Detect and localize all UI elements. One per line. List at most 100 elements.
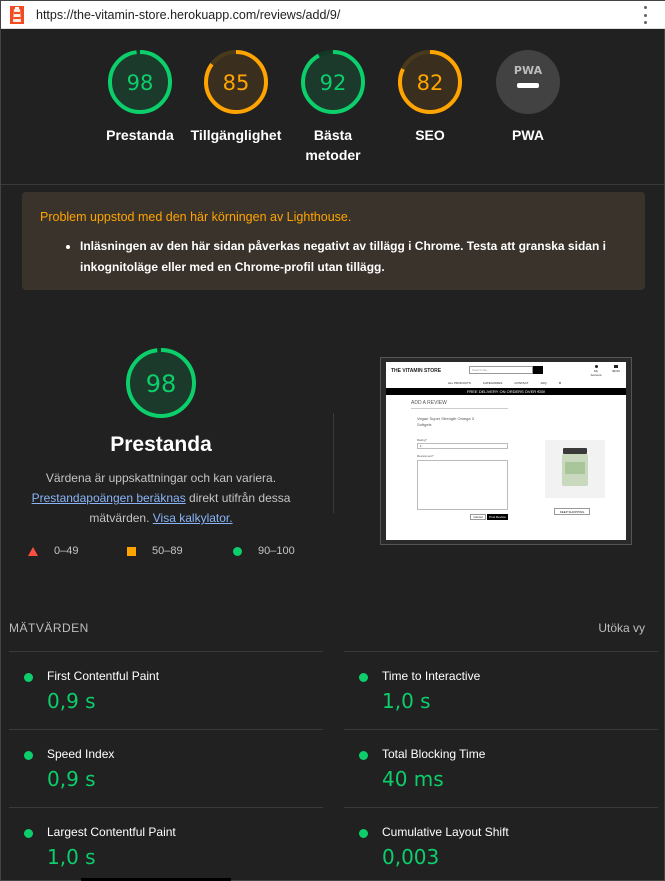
screenshot-bag: $0.00 <box>609 365 623 373</box>
screenshot-rating-label: Rating* <box>417 438 427 442</box>
gauge-seo-score: 82 <box>417 71 444 95</box>
performance-desc-1: Värdena är uppskattningar och kan varier… <box>45 471 277 485</box>
gauge-performance-label: Prestanda <box>106 127 174 143</box>
expand-view-toggle[interactable]: Utöka vy <box>598 621 645 635</box>
screenshot-cancel: Cancel <box>470 514 486 520</box>
url-bar: https://the-vitamin-store.herokuapp.com/… <box>1 1 665 29</box>
metric-value: 1,0 s <box>382 689 431 713</box>
screenshot-post: Post Review <box>487 514 508 520</box>
screenshot-nav: ALL PRODUCTS CATEGORIES CONTACT FAQ ⚙ <box>448 381 562 385</box>
gauge-best-practices[interactable]: 92 Bästa metoder <box>278 49 388 165</box>
metric-name: Total Blocking Time <box>382 747 486 761</box>
metric-name: Speed Index <box>47 747 115 761</box>
metrics-divider <box>344 729 658 730</box>
gauge-best-practices-score: 92 <box>320 71 347 95</box>
lighthouse-report: https://the-vitamin-store.herokuapp.com/… <box>0 0 665 881</box>
performance-gauge-ring: 98 <box>126 348 196 418</box>
score-legend: 0–49 50–89 90–100 <box>1 545 331 561</box>
gauge-accessibility-score: 85 <box>223 71 250 95</box>
metric-cls: Cumulative Layout Shift 0,003 <box>344 809 634 869</box>
header-divider <box>1 184 665 185</box>
score-calc-link[interactable]: Prestandapoängen beräknas <box>32 491 186 505</box>
screenshot-search: Search site... <box>469 366 533 374</box>
metric-lcp: Largest Contentful Paint 1,0 s <box>9 809 299 869</box>
vertical-separator <box>333 413 334 513</box>
gauge-accessibility[interactable]: 85 Tillgänglighet <box>181 49 291 145</box>
metrics-heading: MÄTVÄRDEN <box>9 621 89 635</box>
gauge-best-practices-ring: 92 <box>301 50 365 114</box>
gauge-best-practices-label: Bästa metoder <box>305 127 361 163</box>
metric-tbt: Total Blocking Time 40 ms <box>344 731 634 791</box>
gauge-accessibility-label: Tillgänglighet <box>190 127 282 143</box>
gauge-pwa-label: PWA <box>512 127 544 143</box>
gauge-seo-label: SEO <box>415 127 445 143</box>
warning-title: Problem uppstod med den här körningen av… <box>40 210 352 224</box>
metrics-divider <box>9 729 323 730</box>
pass-circle-icon <box>24 829 33 838</box>
report-url[interactable]: https://the-vitamin-store.herokuapp.com/… <box>36 8 340 22</box>
legend-fail-label: 0–49 <box>54 545 79 557</box>
metric-value: 0,003 <box>382 845 440 869</box>
gauge-seo-ring: 82 <box>398 50 462 114</box>
metrics-divider <box>344 807 658 808</box>
pwa-badge-text: PWA <box>514 64 543 77</box>
metric-speed-index: Speed Index 0,9 s <box>9 731 299 791</box>
screenshot-heading: ADD A REVIEW <box>411 400 447 406</box>
legend-average: 50–89 <box>127 545 183 557</box>
pass-circle-icon <box>233 546 242 556</box>
gauge-performance-ring: 98 <box>108 50 172 114</box>
metrics-divider <box>9 807 323 808</box>
legend-average-label: 50–89 <box>152 545 183 557</box>
final-screenshot[interactable]: THE VITAMIN STORE Search site... My Acco… <box>380 357 632 545</box>
average-square-icon <box>127 546 136 556</box>
legend-pass-label: 90–100 <box>258 545 295 557</box>
pass-circle-icon <box>359 829 368 838</box>
metrics-divider <box>344 651 658 652</box>
pass-circle-icon <box>359 751 368 760</box>
metric-name: Cumulative Layout Shift <box>382 825 509 839</box>
gauge-performance[interactable]: 98 Prestanda <box>85 49 195 145</box>
pass-circle-icon <box>24 673 33 682</box>
lighthouse-icon <box>10 5 24 24</box>
warning-list: Inläsningen av den här sidan påverkas ne… <box>80 236 627 278</box>
screenshot-search-icon <box>533 366 543 374</box>
screenshot-review-textarea <box>417 460 508 510</box>
performance-score: 98 <box>146 370 177 398</box>
performance-title: Prestanda <box>110 433 212 456</box>
gauge-accessibility-ring: 85 <box>204 50 268 114</box>
metric-value: 40 ms <box>382 767 444 791</box>
gauge-seo[interactable]: 82 SEO <box>375 49 485 145</box>
pwa-badge-icon: PWA <box>496 50 560 114</box>
metric-tti: Time to Interactive 1,0 s <box>344 653 634 713</box>
metric-name: Largest Contentful Paint <box>47 825 176 839</box>
metrics-divider <box>9 651 323 652</box>
fail-triangle-icon <box>28 546 38 556</box>
gauge-performance-score: 98 <box>127 71 154 95</box>
metric-name: Time to Interactive <box>382 669 481 683</box>
screenshot-review-label: Review text* <box>417 454 434 458</box>
metric-fcp: First Contentful Paint 0,9 s <box>9 653 299 713</box>
performance-gauge: 98 <box>125 347 197 424</box>
metrics-header: MÄTVÄRDEN Utöka vy <box>9 621 647 635</box>
screenshot-account: My Account <box>589 365 603 377</box>
pass-circle-icon <box>359 673 368 682</box>
screenshot-product-image <box>545 440 605 498</box>
gauge-pwa[interactable]: PWA PWA <box>473 49 583 145</box>
runtime-warning: Problem uppstod med den här körningen av… <box>22 192 645 290</box>
metric-value: 0,9 s <box>47 767 96 791</box>
screenshot-page: THE VITAMIN STORE Search site... My Acco… <box>386 362 626 540</box>
screenshot-store-name: THE VITAMIN STORE <box>391 368 442 374</box>
screenshot-rating-select: 1 <box>417 443 508 449</box>
category-gauges: 98 Prestanda 85 Tillgänglighet 92 Bästa … <box>1 49 665 174</box>
more-options-icon[interactable] <box>644 6 648 24</box>
screenshot-keep-shopping: KEEP SHOPPING <box>554 508 590 515</box>
legend-pass: 90–100 <box>233 545 295 557</box>
warning-item: Inläsningen av den här sidan påverkas ne… <box>80 236 627 278</box>
view-calculator-link[interactable]: Visa kalkylator. <box>153 511 233 525</box>
screenshot-product-name: Vegan Super Strength Omega 3 Softgels <box>417 416 474 427</box>
pass-circle-icon <box>24 751 33 760</box>
metric-value: 0,9 s <box>47 689 96 713</box>
legend-fail: 0–49 <box>28 545 78 557</box>
metric-name: First Contentful Paint <box>47 669 160 683</box>
metric-value: 1,0 s <box>47 845 96 869</box>
